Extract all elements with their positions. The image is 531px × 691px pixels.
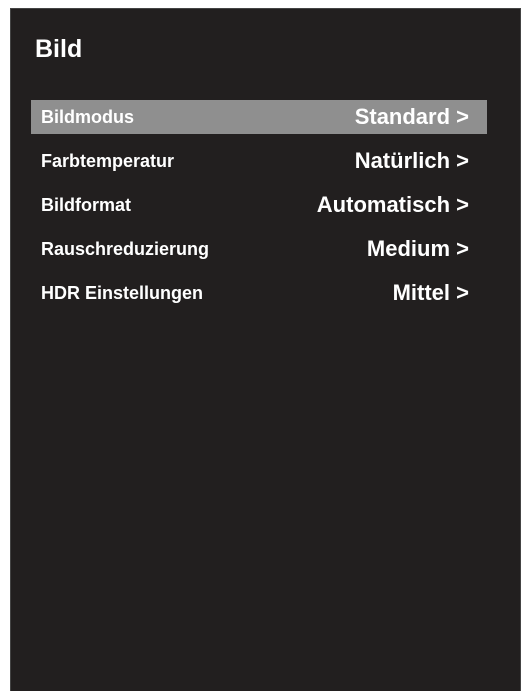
menu-item-bildmodus[interactable]: Bildmodus Standard > — [31, 100, 487, 134]
menu-item-farbtemperatur[interactable]: Farbtemperatur Natürlich > — [31, 144, 487, 178]
menu-item-hdr-einstellungen[interactable]: HDR Einstellungen Mittel > — [31, 276, 487, 310]
menu-item-value: Mittel > — [392, 280, 469, 305]
page-title: Bild — [35, 35, 83, 63]
menu-item-bildformat[interactable]: Bildformat Automatisch > — [31, 188, 487, 222]
menu-item-value: Medium > — [366, 236, 469, 261]
menu-item-value: Natürlich > — [354, 148, 469, 173]
picture-settings-menu: Bildmodus Standard > Farbtemperatur Natü… — [31, 100, 487, 320]
menu-item-label: Rauschreduzierung — [41, 238, 210, 259]
menu-item-label: Bildformat — [41, 194, 131, 215]
menu-item-rauschreduzierung[interactable]: Rauschreduzierung Medium > — [31, 232, 487, 266]
menu-item-value: Automatisch > — [316, 192, 469, 217]
menu-item-value: Standard > — [354, 104, 469, 129]
menu-item-label: Bildmodus — [41, 106, 134, 127]
picture-settings-panel: Bild Bildmodus Standard > Farbtemperatur… — [10, 8, 521, 691]
menu-item-label: HDR Einstellungen — [41, 282, 204, 303]
menu-item-label: Farbtemperatur — [41, 150, 175, 171]
